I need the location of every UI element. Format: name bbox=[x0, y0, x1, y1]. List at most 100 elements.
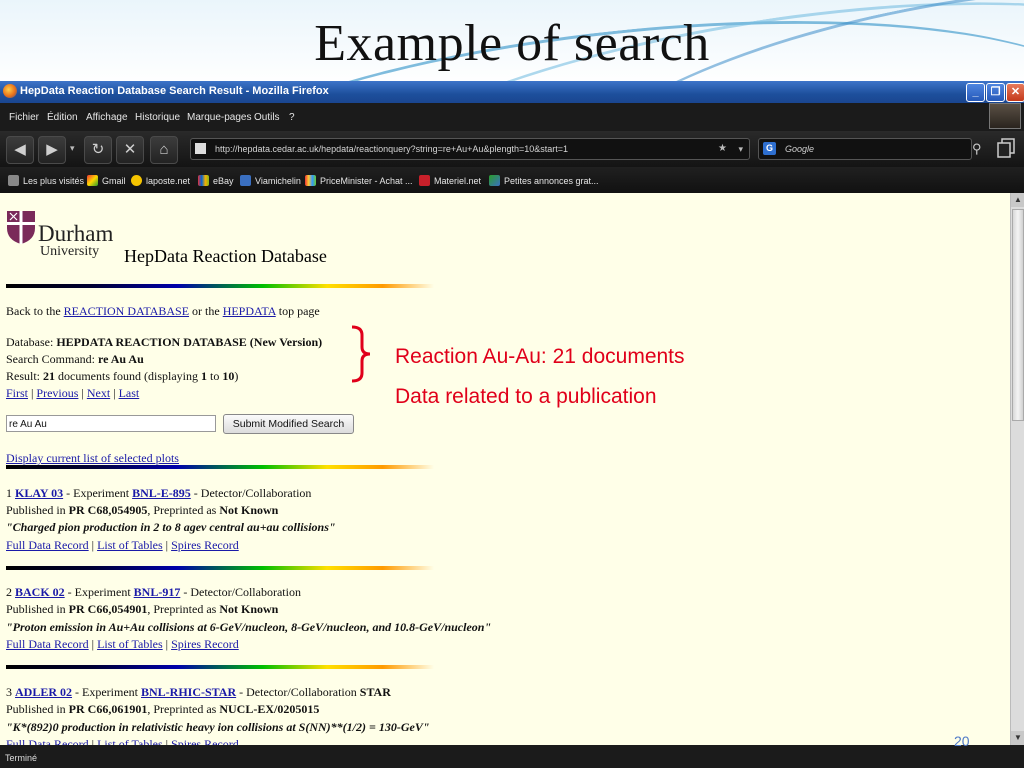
scrollbar-thumb[interactable] bbox=[1012, 209, 1024, 421]
result-header: 2 BACK 02 - Experiment BNL-917 - Detecto… bbox=[6, 585, 301, 599]
result-publication: Published in PR C66,061901, Preprinted a… bbox=[6, 702, 320, 716]
theme-image bbox=[989, 103, 1021, 129]
experiment-link[interactable]: BNL-RHIC-STAR bbox=[141, 685, 236, 699]
gmail-icon bbox=[87, 175, 98, 186]
bookmark-priceminister[interactable]: PriceMinister - Achat ... bbox=[305, 175, 413, 186]
vertical-scrollbar[interactable]: ▲ ▼ bbox=[1010, 193, 1024, 745]
status-text: Terminé bbox=[5, 753, 38, 763]
result-count-line: Result: 21 documents found (displaying 1… bbox=[6, 369, 239, 383]
hepdata-link[interactable]: HEPDATA bbox=[223, 304, 276, 318]
spires-record-link[interactable]: Spires Record bbox=[171, 538, 239, 552]
bookmarks-toolbar: Les plus visités Gmail laposte.net eBay … bbox=[0, 167, 1024, 193]
page-favicon bbox=[195, 143, 206, 154]
search-query-input[interactable]: re Au Au bbox=[6, 415, 216, 432]
status-bar: Terminé bbox=[0, 745, 1024, 768]
result-title: "K*(892)0 production in relativistic hea… bbox=[6, 720, 430, 734]
full-data-record-link[interactable]: Full Data Record bbox=[6, 737, 89, 745]
next-page-link[interactable]: Next bbox=[87, 386, 110, 400]
bookmark-ebay[interactable]: eBay bbox=[198, 175, 234, 186]
forward-arrow-icon[interactable]: ▶ bbox=[38, 136, 66, 164]
menu-affichage[interactable]: Affichage bbox=[86, 112, 128, 123]
result-header: 1 KLAY 03 - Experiment BNL-E-895 - Detec… bbox=[6, 486, 312, 500]
annotation-reaction-count: Reaction Au-Au: 21 documents bbox=[395, 345, 685, 368]
menu-marque-pages[interactable]: Marque-pages bbox=[187, 112, 251, 123]
scroll-up-icon[interactable]: ▲ bbox=[1011, 193, 1024, 207]
result-links: Full Data Record | List of Tables | Spir… bbox=[6, 737, 239, 745]
bookmark-gmail[interactable]: Gmail bbox=[87, 175, 126, 186]
experiment-link[interactable]: BNL-E-895 bbox=[132, 486, 191, 500]
search-icon[interactable]: ⚲ bbox=[972, 141, 982, 157]
result-publication: Published in PR C66,054901, Preprinted a… bbox=[6, 602, 279, 616]
bookmark-most-visited[interactable]: Les plus visités bbox=[8, 175, 84, 186]
full-data-record-link[interactable]: Full Data Record bbox=[6, 538, 89, 552]
menu-bar: Fichier Édition Affichage Historique Mar… bbox=[0, 103, 1024, 131]
bookmark-petites-annonces[interactable]: Petites annonces grat... bbox=[489, 175, 599, 186]
pages-icon[interactable] bbox=[996, 137, 1016, 159]
page-content: Durham University HepData Reaction Datab… bbox=[0, 193, 1010, 745]
slide-number: 20 bbox=[954, 733, 970, 749]
navigation-toolbar: ◀ ▶ ▾ ↻ ✕ ⌂ http://hepdata.cedar.ac.uk/h… bbox=[0, 131, 1024, 167]
result-key-link[interactable]: BACK 02 bbox=[15, 585, 65, 599]
last-page-link[interactable]: Last bbox=[119, 386, 140, 400]
bookmark-star-icon[interactable]: ★ bbox=[718, 139, 727, 159]
viamichelin-icon bbox=[240, 175, 251, 186]
priceminister-icon bbox=[305, 175, 316, 186]
bookmark-viamichelin[interactable]: Viamichelin bbox=[240, 175, 301, 186]
close-button[interactable]: ✕ bbox=[1006, 83, 1024, 102]
google-engine-icon[interactable]: G bbox=[763, 142, 776, 155]
spires-record-link[interactable]: Spires Record bbox=[171, 737, 239, 745]
rainbow-divider bbox=[6, 665, 434, 669]
materiel-icon bbox=[419, 175, 430, 186]
search-command-line: Search Command: re Au Au bbox=[6, 352, 144, 366]
history-dropdown-icon[interactable]: ▾ bbox=[70, 143, 75, 154]
durham-logo-sub: University bbox=[40, 244, 100, 259]
result-links: Full Data Record | List of Tables | Spir… bbox=[6, 637, 239, 651]
bookmark-laposte[interactable]: laposte.net bbox=[131, 175, 190, 186]
result-key-link[interactable]: KLAY 03 bbox=[15, 486, 63, 500]
experiment-link[interactable]: BNL-917 bbox=[134, 585, 181, 599]
url-dropdown-icon[interactable]: ▾ bbox=[738, 139, 743, 159]
bookmark-materiel[interactable]: Materiel.net bbox=[419, 175, 481, 186]
search-box[interactable]: G Google bbox=[758, 138, 972, 160]
menu-edition[interactable]: Édition bbox=[47, 112, 78, 123]
annotation-publication: Data related to a publication bbox=[395, 385, 657, 408]
submit-search-button[interactable]: Submit Modified Search bbox=[223, 414, 354, 434]
first-page-link[interactable]: First bbox=[6, 386, 28, 400]
menu-outils[interactable]: Outils bbox=[254, 112, 280, 123]
laposte-icon bbox=[131, 175, 142, 186]
previous-page-link[interactable]: Previous bbox=[36, 386, 78, 400]
menu-historique[interactable]: Historique bbox=[135, 112, 180, 123]
result-publication: Published in PR C68,054905, Preprinted a… bbox=[6, 503, 279, 517]
maximize-button[interactable]: ❐ bbox=[986, 83, 1005, 102]
url-bar[interactable]: http://hepdata.cedar.ac.uk/hepdata/react… bbox=[190, 138, 750, 160]
menu-fichier[interactable]: Fichier bbox=[9, 112, 39, 123]
home-icon[interactable]: ⌂ bbox=[150, 136, 178, 164]
reload-icon[interactable]: ↻ bbox=[84, 136, 112, 164]
window-title: HepData Reaction Database Search Result … bbox=[20, 85, 329, 97]
spires-record-link[interactable]: Spires Record bbox=[171, 637, 239, 651]
full-data-record-link[interactable]: Full Data Record bbox=[6, 637, 89, 651]
menu-help[interactable]: ? bbox=[289, 112, 295, 123]
durham-shield-icon bbox=[7, 211, 35, 244]
minimize-button[interactable]: _ bbox=[966, 83, 985, 102]
result-key-link[interactable]: ADLER 02 bbox=[15, 685, 72, 699]
reaction-database-link[interactable]: REACTION DATABASE bbox=[64, 304, 189, 318]
slide-title: Example of search bbox=[314, 15, 710, 72]
rainbow-divider bbox=[6, 566, 434, 570]
scroll-down-icon[interactable]: ▼ bbox=[1011, 731, 1024, 745]
rainbow-divider bbox=[6, 284, 434, 288]
pagination: First | Previous | Next | Last bbox=[6, 386, 140, 400]
display-plots-link[interactable]: Display current list of selected plots bbox=[6, 451, 179, 465]
list-of-tables-link[interactable]: List of Tables bbox=[97, 538, 163, 552]
stop-icon[interactable]: ✕ bbox=[116, 136, 144, 164]
result-count: 21 bbox=[43, 369, 56, 383]
database-line: Database: HEPDATA REACTION DATABASE (New… bbox=[6, 335, 323, 349]
ebay-icon bbox=[198, 175, 209, 186]
list-of-tables-link[interactable]: List of Tables bbox=[97, 737, 163, 745]
rainbow-divider bbox=[6, 465, 434, 469]
back-arrow-icon[interactable]: ◀ bbox=[6, 136, 34, 164]
right-brace-icon bbox=[351, 325, 371, 383]
window-titlebar: HepData Reaction Database Search Result … bbox=[0, 81, 1024, 103]
search-command-value: re Au Au bbox=[97, 352, 144, 366]
list-of-tables-link[interactable]: List of Tables bbox=[97, 637, 163, 651]
